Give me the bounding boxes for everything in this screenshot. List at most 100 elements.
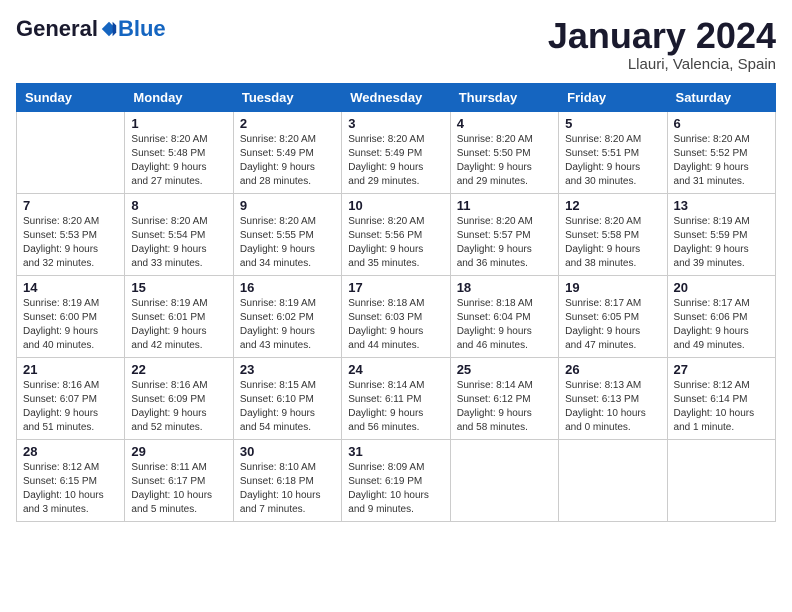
calendar-header-row: SundayMondayTuesdayWednesdayThursdayFrid… bbox=[17, 83, 776, 111]
day-number: 15 bbox=[131, 280, 226, 295]
day-info: Sunrise: 8:10 AMSunset: 6:18 PMDaylight:… bbox=[240, 461, 335, 517]
day-info: Sunrise: 8:20 AMSunset: 5:57 PMDaylight:… bbox=[457, 215, 552, 271]
calendar-cell: 8Sunrise: 8:20 AMSunset: 5:54 PMDaylight… bbox=[125, 193, 233, 275]
calendar-cell: 22 Sunrise: 8:16 AMSunset: 6:09 PMDayligh… bbox=[125, 357, 233, 439]
day-number: 12 bbox=[565, 198, 660, 213]
day-number: 3 bbox=[348, 116, 443, 131]
day-number: 23 bbox=[240, 362, 335, 377]
calendar-cell: 2Sunrise: 8:20 AMSunset: 5:49 PMDaylight… bbox=[233, 111, 341, 193]
day-info: Sunrise: 8:19 AMSunset: 5:59 PMDaylight:… bbox=[674, 215, 769, 271]
day-number: 16 bbox=[240, 280, 335, 295]
calendar-cell: 17 Sunrise: 8:18 AMSunset: 6:03 PMDayligh… bbox=[342, 275, 450, 357]
day-info: Sunrise: 8:20 AMSunset: 5:51 PMDaylight:… bbox=[565, 133, 660, 189]
day-number: 24 bbox=[348, 362, 443, 377]
day-info: Sunrise: 8:20 AMSunset: 5:49 PMDaylight:… bbox=[348, 133, 443, 189]
month-title: January 2024 bbox=[548, 16, 776, 56]
day-info: Sunrise: 8:13 AMSunset: 6:13 PMDaylight:… bbox=[565, 379, 660, 435]
day-of-week-header: Monday bbox=[125, 83, 233, 111]
day-info: Sunrise: 8:20 AMSunset: 5:58 PMDaylight:… bbox=[565, 215, 660, 271]
day-number: 6 bbox=[674, 116, 769, 131]
day-number: 14 bbox=[23, 280, 118, 295]
day-number: 9 bbox=[240, 198, 335, 213]
day-of-week-header: Tuesday bbox=[233, 83, 341, 111]
title-area: January 2024 Llauri, Valencia, Spain bbox=[548, 16, 776, 73]
day-info: Sunrise: 8:11 AMSunset: 6:17 PMDaylight:… bbox=[131, 461, 226, 517]
day-number: 28 bbox=[23, 444, 118, 459]
day-number: 29 bbox=[131, 444, 226, 459]
day-info: Sunrise: 8:09 AMSunset: 6:19 PMDaylight:… bbox=[348, 461, 443, 517]
day-number: 13 bbox=[674, 198, 769, 213]
calendar-cell bbox=[17, 111, 125, 193]
calendar-cell: 1Sunrise: 8:20 AMSunset: 5:48 PMDaylight… bbox=[125, 111, 233, 193]
calendar-cell: 15 Sunrise: 8:19 AMSunset: 6:01 PMDayligh… bbox=[125, 275, 233, 357]
logo-general-text: General bbox=[16, 16, 98, 42]
day-info: Sunrise: 8:16 AMSunset: 6:07 PMDaylight:… bbox=[23, 379, 118, 435]
day-info: Sunrise: 8:12 AMSunset: 6:15 PMDaylight:… bbox=[23, 461, 118, 517]
calendar-cell: 24 Sunrise: 8:14 AMSunset: 6:11 PMDayligh… bbox=[342, 357, 450, 439]
calendar-cell bbox=[450, 439, 558, 521]
calendar-cell: 31 Sunrise: 8:09 AMSunset: 6:19 PMDayligh… bbox=[342, 439, 450, 521]
day-number: 5 bbox=[565, 116, 660, 131]
day-number: 26 bbox=[565, 362, 660, 377]
calendar-cell: 5 Sunrise: 8:20 AMSunset: 5:51 PMDaylight… bbox=[559, 111, 667, 193]
calendar-cell: 7 Sunrise: 8:20 AMSunset: 5:53 PMDaylight… bbox=[17, 193, 125, 275]
location-subtitle: Llauri, Valencia, Spain bbox=[548, 56, 776, 73]
day-info: Sunrise: 8:15 AMSunset: 6:10 PMDaylight:… bbox=[240, 379, 335, 435]
day-number: 22 bbox=[131, 362, 226, 377]
day-info: Sunrise: 8:17 AMSunset: 6:06 PMDaylight:… bbox=[674, 297, 769, 353]
calendar-cell: 6Sunrise: 8:20 AMSunset: 5:52 PMDaylight… bbox=[667, 111, 775, 193]
day-info: Sunrise: 8:20 AMSunset: 5:49 PMDaylight:… bbox=[240, 133, 335, 189]
day-number: 31 bbox=[348, 444, 443, 459]
calendar-cell: 29 Sunrise: 8:11 AMSunset: 6:17 PMDayligh… bbox=[125, 439, 233, 521]
day-number: 7 bbox=[23, 198, 118, 213]
calendar-cell: 18Sunrise: 8:18 AMSunset: 6:04 PMDayligh… bbox=[450, 275, 558, 357]
calendar-cell: 3 Sunrise: 8:20 AMSunset: 5:49 PMDaylight… bbox=[342, 111, 450, 193]
day-number: 27 bbox=[674, 362, 769, 377]
calendar-cell: 30 Sunrise: 8:10 AMSunset: 6:18 PMDayligh… bbox=[233, 439, 341, 521]
calendar-cell: 25 Sunrise: 8:14 AMSunset: 6:12 PMDayligh… bbox=[450, 357, 558, 439]
calendar-cell: 28 Sunrise: 8:12 AMSunset: 6:15 PMDayligh… bbox=[17, 439, 125, 521]
day-info: Sunrise: 8:14 AMSunset: 6:12 PMDaylight:… bbox=[457, 379, 552, 435]
day-of-week-header: Sunday bbox=[17, 83, 125, 111]
calendar-cell: 14 Sunrise: 8:19 AMSunset: 6:00 PMDayligh… bbox=[17, 275, 125, 357]
day-number: 25 bbox=[457, 362, 552, 377]
day-info: Sunrise: 8:20 AMSunset: 5:48 PMDaylight:… bbox=[131, 133, 226, 189]
calendar-week-row: 14 Sunrise: 8:19 AMSunset: 6:00 PMDayligh… bbox=[17, 275, 776, 357]
calendar: SundayMondayTuesdayWednesdayThursdayFrid… bbox=[16, 83, 776, 522]
day-info: Sunrise: 8:20 AMSunset: 5:53 PMDaylight:… bbox=[23, 215, 118, 271]
day-info: Sunrise: 8:18 AMSunset: 6:03 PMDaylight:… bbox=[348, 297, 443, 353]
day-info: Sunrise: 8:14 AMSunset: 6:11 PMDaylight:… bbox=[348, 379, 443, 435]
calendar-cell: 19Sunrise: 8:17 AMSunset: 6:05 PMDayligh… bbox=[559, 275, 667, 357]
header: General Blue January 2024 Llauri, Valenc… bbox=[16, 16, 776, 73]
calendar-cell: 9 Sunrise: 8:20 AMSunset: 5:55 PMDaylight… bbox=[233, 193, 341, 275]
day-number: 10 bbox=[348, 198, 443, 213]
calendar-cell: 16 Sunrise: 8:19 AMSunset: 6:02 PMDayligh… bbox=[233, 275, 341, 357]
day-of-week-header: Friday bbox=[559, 83, 667, 111]
day-of-week-header: Wednesday bbox=[342, 83, 450, 111]
day-number: 4 bbox=[457, 116, 552, 131]
calendar-week-row: 28 Sunrise: 8:12 AMSunset: 6:15 PMDayligh… bbox=[17, 439, 776, 521]
day-number: 17 bbox=[348, 280, 443, 295]
day-number: 18 bbox=[457, 280, 552, 295]
day-info: Sunrise: 8:20 AMSunset: 5:55 PMDaylight:… bbox=[240, 215, 335, 271]
calendar-cell: 26 Sunrise: 8:13 AMSunset: 6:13 PMDayligh… bbox=[559, 357, 667, 439]
day-number: 20 bbox=[674, 280, 769, 295]
calendar-week-row: 21Sunrise: 8:16 AMSunset: 6:07 PMDayligh… bbox=[17, 357, 776, 439]
calendar-cell bbox=[667, 439, 775, 521]
day-info: Sunrise: 8:20 AMSunset: 5:50 PMDaylight:… bbox=[457, 133, 552, 189]
day-info: Sunrise: 8:20 AMSunset: 5:54 PMDaylight:… bbox=[131, 215, 226, 271]
logo-icon bbox=[100, 20, 118, 38]
day-info: Sunrise: 8:20 AMSunset: 5:56 PMDaylight:… bbox=[348, 215, 443, 271]
day-of-week-header: Saturday bbox=[667, 83, 775, 111]
calendar-cell: 21Sunrise: 8:16 AMSunset: 6:07 PMDayligh… bbox=[17, 357, 125, 439]
day-info: Sunrise: 8:19 AMSunset: 6:00 PMDaylight:… bbox=[23, 297, 118, 353]
calendar-cell: 4 Sunrise: 8:20 AMSunset: 5:50 PMDaylight… bbox=[450, 111, 558, 193]
day-info: Sunrise: 8:12 AMSunset: 6:14 PMDaylight:… bbox=[674, 379, 769, 435]
day-number: 30 bbox=[240, 444, 335, 459]
day-info: Sunrise: 8:16 AMSunset: 6:09 PMDaylight:… bbox=[131, 379, 226, 435]
calendar-cell bbox=[559, 439, 667, 521]
calendar-week-row: 7 Sunrise: 8:20 AMSunset: 5:53 PMDaylight… bbox=[17, 193, 776, 275]
day-info: Sunrise: 8:19 AMSunset: 6:01 PMDaylight:… bbox=[131, 297, 226, 353]
calendar-cell: 11Sunrise: 8:20 AMSunset: 5:57 PMDayligh… bbox=[450, 193, 558, 275]
day-info: Sunrise: 8:19 AMSunset: 6:02 PMDaylight:… bbox=[240, 297, 335, 353]
